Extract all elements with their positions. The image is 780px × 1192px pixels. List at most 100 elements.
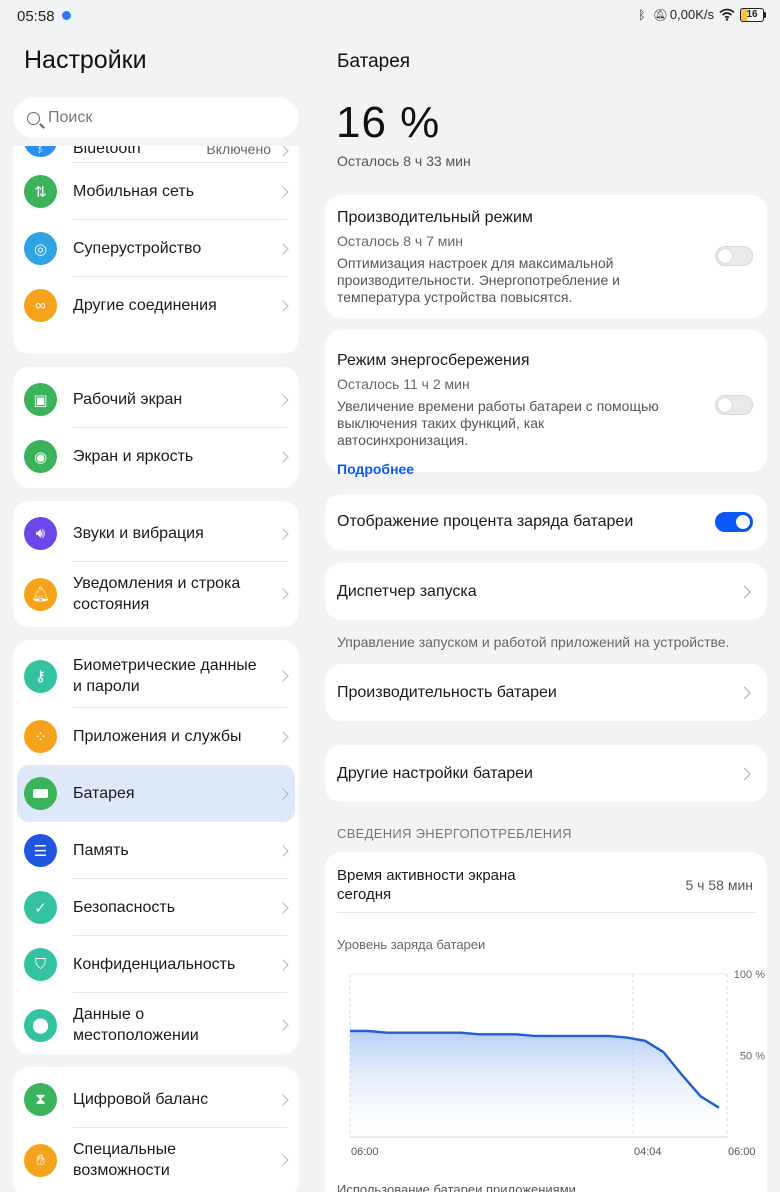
sidebar-item-bluetooth[interactable]: ᛒ Bluetooth Включено <box>13 146 299 163</box>
sidebar-item-privacy[interactable]: ⛉ Конфиденциальность <box>13 936 299 993</box>
chevron-right-icon <box>277 1154 289 1166</box>
power-saving-toggle[interactable] <box>715 395 753 415</box>
show-percent-toggle[interactable] <box>715 512 753 532</box>
chevron-right-icon <box>277 527 289 540</box>
sidebar-item-label: Экран и яркость <box>73 448 194 465</box>
super-device-icon: ◎ <box>24 232 57 265</box>
accessibility-icon: ✋︎ <box>24 1143 57 1177</box>
battery-area <box>350 1031 719 1137</box>
sidebar-item-other-connections[interactable]: ∞ Другие соединения <box>13 277 299 334</box>
chevron-right-icon <box>277 242 289 255</box>
screen-time-value[interactable]: 5 ч 58 мин <box>686 877 754 893</box>
chevron-right-icon <box>277 393 289 406</box>
chevron-right-icon <box>277 588 289 600</box>
sidebar-item-apps[interactable]: ⁘ Приложения и службы <box>13 708 299 765</box>
sound-icon: 🔊︎ <box>24 517 57 550</box>
screen-time-label: Время активности экрана сегодня <box>337 867 516 903</box>
sidebar-item-biometrics[interactable]: ⚷ Биометрические данные и пароли <box>13 644 299 708</box>
power-saving-desc: Увеличение времени работы батареи с помо… <box>337 398 659 448</box>
launch-manager-note: Управление запуском и работой приложений… <box>337 634 730 650</box>
sidebar-item-security[interactable]: ✓ Безопасность <box>13 879 299 936</box>
sidebar-item-label: Данные о местоположении <box>73 1006 199 1044</box>
chevron-right-icon <box>738 686 751 699</box>
sidebar-item-mobile-network[interactable]: ⇅ Мобильная сеть <box>13 163 299 220</box>
chevron-right-icon <box>277 901 289 914</box>
storage-icon: ☰ <box>24 834 57 867</box>
search-bar[interactable] <box>13 98 299 138</box>
sidebar-item-label: Приложения и службы <box>73 728 242 745</box>
sidebar-item-home-screen[interactable]: ▣ Рабочий экран <box>13 371 299 428</box>
launch-manager-label: Диспетчер запуска <box>337 582 477 600</box>
key-icon: ⚷ <box>24 659 57 693</box>
eye-icon: ◉ <box>24 440 57 473</box>
performance-mode-desc: Оптимизация настроек для максимальной пр… <box>337 255 620 305</box>
chevron-right-icon <box>277 844 289 857</box>
sidebar-item-label: Цифровой баланс <box>73 1091 209 1108</box>
search-input[interactable] <box>48 109 278 127</box>
bluetooth-status-icon: ᛒ <box>638 7 646 22</box>
sidebar-item-storage[interactable]: ☰ Память <box>13 822 299 879</box>
sidebar-item-label: Суперустройство <box>73 240 202 257</box>
chevron-right-icon <box>277 958 289 971</box>
power-saving-title: Режим энергосбережения <box>337 352 530 369</box>
show-percent-card: Отображение процента заряда батареи <box>325 494 767 550</box>
show-percent-label: Отображение процента заряда батареи <box>337 513 634 530</box>
sidebar-item-sound[interactable]: 🔊︎ Звуки и вибрация <box>13 505 299 562</box>
performance-mode-toggle[interactable] <box>715 246 753 266</box>
sidebar-item-location[interactable]: ⬤ Данные о местоположении <box>13 993 299 1054</box>
sidebar-item-display[interactable]: ◉ Экран и яркость <box>13 428 299 485</box>
apps-icon: ⁘ <box>24 720 57 753</box>
sidebar-item-label: Специальные возможности <box>73 1141 177 1179</box>
bluetooth-status: Включено <box>206 146 271 157</box>
chevron-right-icon <box>277 1093 289 1106</box>
sidebar-item-label: Мобильная сеть <box>73 183 195 200</box>
chart-title: Уровень заряда батареи <box>337 937 486 952</box>
sidebar-item-battery[interactable]: Батарея <box>17 765 295 822</box>
settings-sidebar: Настройки ᛒ Bluetooth Включено ⇅ Мобильн… <box>0 34 312 1192</box>
y-tick-label: 50 % <box>740 1051 765 1063</box>
y-tick-label: 100 % <box>734 969 765 981</box>
battery-level-chart[interactable]: 100 % 50 % 06:00 04:04 06:00 <box>325 962 767 1162</box>
home-screen-icon: ▣ <box>24 383 57 416</box>
x-tick-label: 06:00 <box>351 1146 379 1158</box>
sidebar-item-digital-balance[interactable]: ⧗ Цифровой баланс <box>13 1071 299 1128</box>
chevron-right-icon <box>277 730 289 743</box>
performance-mode-title: Производительный режим <box>337 209 533 226</box>
sidebar-item-super-device[interactable]: ◎ Суперустройство <box>13 220 299 277</box>
display-group: ▣ Рабочий экран ◉ Экран и яркость <box>13 367 299 488</box>
chevron-right-icon <box>277 146 289 157</box>
status-time: 05:58 <box>17 8 55 25</box>
wifi-icon <box>719 8 735 22</box>
sidebar-item-label: Батарея <box>73 785 135 802</box>
battery-performance-row[interactable]: Производительность батареи <box>325 664 767 721</box>
status-bar: 05:58 ᛒ 🔕︎ 0,00K/s 16 <box>0 0 780 34</box>
battery-pane: Батарея 16 % Осталось 8 ч 33 мин Произво… <box>313 34 780 1192</box>
battery-remaining: Осталось 8 ч 33 мин <box>337 153 471 169</box>
sidebar-item-notifications[interactable]: 🔔︎ Уведомления и строка состояния <box>13 562 299 626</box>
learn-more-link[interactable]: Подробнее <box>337 461 755 477</box>
chevron-right-icon <box>738 585 751 598</box>
sidebar-item-label: Другие соединения <box>73 297 217 314</box>
location-icon: ⬤ <box>24 1008 57 1042</box>
chevron-right-icon <box>738 767 751 780</box>
performance-mode-card: Производительный режим Осталось 8 ч 7 ми… <box>325 195 767 318</box>
x-tick-label: 04:04 <box>634 1146 662 1158</box>
chevron-right-icon <box>277 787 289 800</box>
sidebar-item-label: Конфиденциальность <box>73 956 236 973</box>
privacy-icon: ⛉ <box>24 948 57 981</box>
launch-manager-row[interactable]: Диспетчер запуска <box>325 563 767 620</box>
bell-icon: 🔔︎ <box>24 577 57 611</box>
sidebar-item-accessibility[interactable]: ✋︎ Специальные возможности <box>13 1128 299 1192</box>
sound-group: 🔊︎ Звуки и вибрация 🔔︎ Уведомления и стр… <box>13 501 299 627</box>
x-tick-label: 06:00 <box>728 1146 756 1158</box>
power-saving-card: Режим энергосбережения Осталось 11 ч 2 м… <box>325 330 767 477</box>
link-icon: ∞ <box>24 289 57 322</box>
sidebar-item-label: Биометрические данные и пароли <box>73 657 257 695</box>
connections-group: ᛒ Bluetooth Включено ⇅ Мобильная сеть ◎ … <box>13 146 299 354</box>
wellbeing-group: ⧗ Цифровой баланс ✋︎ Специальные возможн… <box>13 1067 299 1192</box>
more-battery-settings-row[interactable]: Другие настройки батареи <box>325 745 767 802</box>
settings-title: Настройки <box>24 46 147 74</box>
notification-dot-icon <box>62 11 71 20</box>
mobile-data-icon: ⇅ <box>24 175 57 208</box>
more-battery-settings-label: Другие настройки батареи <box>337 764 533 782</box>
